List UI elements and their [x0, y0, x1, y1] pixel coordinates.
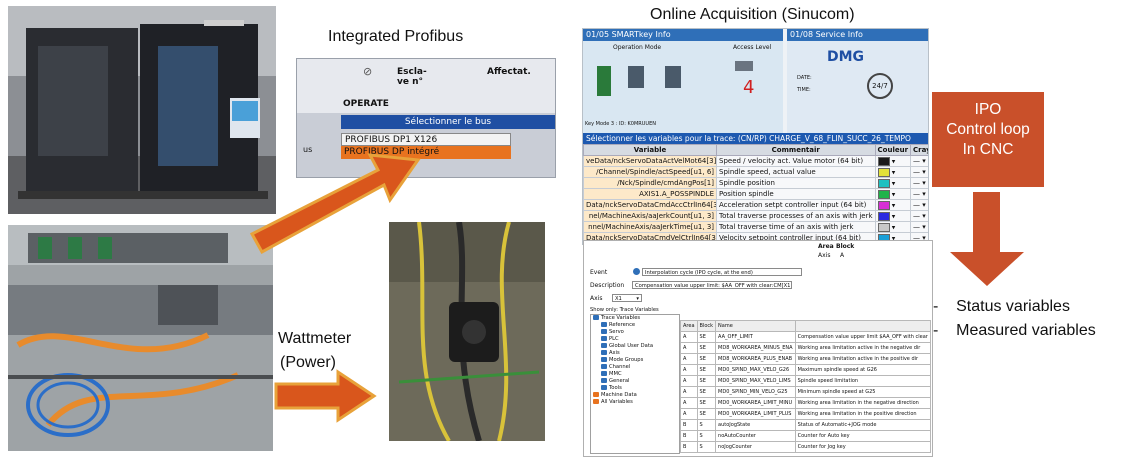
variable-types-list: - Status variables - Measured variables: [933, 295, 1096, 343]
ipo-down-arrow: [950, 192, 1024, 286]
bullet-status-variables: - Status variables: [933, 298, 1070, 315]
wattmeter-arrow: [274, 369, 377, 423]
profibus-arrow: [249, 153, 421, 255]
ipo-line-1: IPO: [974, 101, 1002, 118]
arrows-layer: [249, 153, 1024, 423]
ipo-line-2: Control loop: [946, 121, 1030, 138]
bullet-text: Measured variables: [956, 322, 1096, 339]
ipo-line-3: In CNC: [962, 141, 1014, 158]
bullet-measured-variables: - Measured variables: [933, 322, 1096, 339]
bullet-text: Status variables: [956, 298, 1070, 315]
ipo-control-loop-box: IPO Control loop In CNC: [932, 92, 1044, 187]
